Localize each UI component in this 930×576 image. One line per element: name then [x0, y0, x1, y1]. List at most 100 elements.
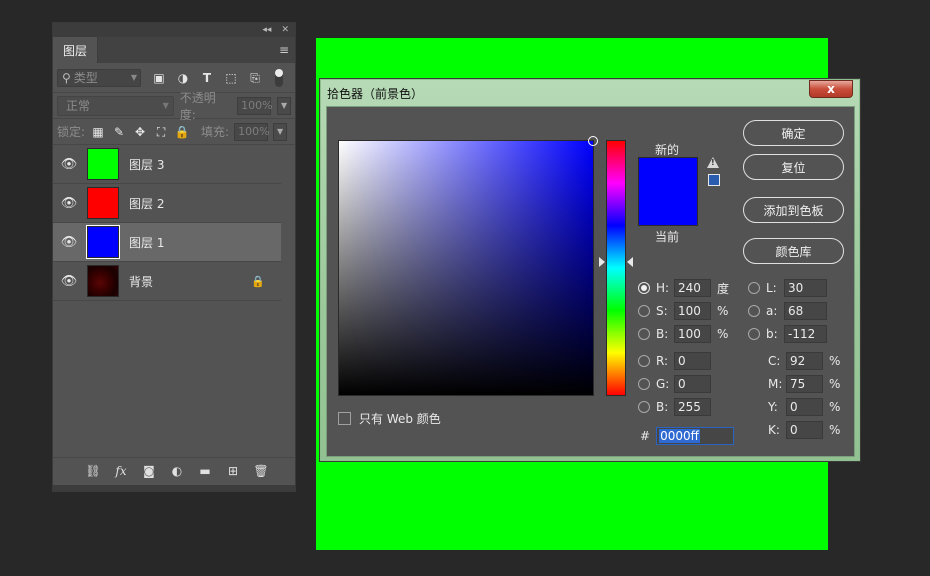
close-icon[interactable]: ✕: [281, 25, 289, 35]
lab-a-input[interactable]: 68: [784, 302, 827, 320]
magenta-input[interactable]: 75: [786, 375, 823, 393]
magenta-unit: %: [829, 377, 841, 391]
fill-label: 填充:: [201, 125, 230, 139]
cyan-field: C: 92 %: [768, 352, 840, 370]
image-filter-icon[interactable]: ▣: [151, 70, 167, 86]
lab-l-label: L:: [766, 281, 777, 295]
type-filter-icon[interactable]: T: [199, 70, 215, 86]
lock-position-icon[interactable]: ✥: [132, 124, 148, 140]
hue-slider[interactable]: [599, 140, 633, 396]
yellow-input[interactable]: 0: [786, 398, 823, 416]
saturation-brightness-field[interactable]: [338, 136, 598, 396]
hue-input[interactable]: 240: [674, 279, 711, 297]
brightness-unit: %: [717, 327, 729, 341]
dialog-body: 新的 当前 ! 确定 复位 添加到色板 颜色库 H: 240 度 S: 100 …: [326, 106, 855, 457]
red-radio[interactable]: [638, 355, 650, 367]
panel-menu-icon[interactable]: ≡: [279, 43, 289, 57]
filter-kind-select[interactable]: ⚲ 类型 ▼: [57, 68, 141, 87]
lab-a-radio[interactable]: [748, 305, 760, 317]
color-libraries-button[interactable]: 颜色库: [743, 238, 844, 264]
yellow-unit: %: [829, 400, 841, 414]
folder-icon[interactable]: ▬: [197, 463, 213, 479]
visibility-eye-icon[interactable]: 👁: [53, 274, 85, 289]
reset-button[interactable]: 复位: [743, 154, 844, 180]
opacity-label: 不透明度:: [179, 90, 216, 122]
lock-transparency-icon[interactable]: ▦: [90, 124, 106, 140]
saturation-input[interactable]: 100: [674, 302, 711, 320]
lock-artboard-icon[interactable]: ⛶: [153, 124, 169, 140]
hue-slider-handle-left[interactable]: [599, 257, 605, 267]
lock-paint-icon[interactable]: ✎: [111, 124, 127, 140]
blue-input[interactable]: 255: [674, 398, 711, 416]
layer-row-3[interactable]: 👁 图层 3: [53, 145, 281, 184]
filter-kind-value: 类型: [73, 71, 98, 85]
color-marker[interactable]: [588, 136, 598, 146]
black-field: K: 0 %: [768, 421, 840, 439]
fx-icon[interactable]: fx: [113, 463, 129, 479]
lock-icon: 🔒: [251, 274, 265, 288]
lab-l-input[interactable]: 30: [784, 279, 827, 297]
fill-input[interactable]: 100%: [234, 122, 270, 141]
current-color-swatch[interactable]: [638, 191, 698, 226]
black-input[interactable]: 0: [786, 421, 823, 439]
cyan-unit: %: [829, 354, 841, 368]
add-to-swatches-button[interactable]: 添加到色板: [743, 197, 844, 223]
panel-tabbar: 图层 ≡: [53, 37, 295, 63]
opacity-chevron-icon[interactable]: ▼: [277, 96, 291, 115]
adjustment-icon[interactable]: ◐: [169, 463, 185, 479]
lock-all-icon[interactable]: 🔒: [174, 124, 190, 140]
brightness-label: B:: [656, 327, 669, 341]
trash-icon[interactable]: 🗑: [253, 463, 269, 479]
green-input[interactable]: 0: [674, 375, 711, 393]
ok-button[interactable]: 确定: [743, 120, 844, 146]
hue-slider-handle-right[interactable]: [627, 257, 633, 267]
adjustment-filter-icon[interactable]: ◑: [175, 70, 191, 86]
collapse-icon[interactable]: ◂◂: [262, 25, 271, 35]
shape-filter-icon[interactable]: ⬚: [223, 70, 239, 86]
layers-panel: ◂◂ ✕ 图层 ≡ ⚲ 类型 ▼ ▣ ◑ T ⬚ ⎘ 正常 ▼ 不透明度: 10…: [52, 22, 296, 492]
panel-resize-grip[interactable]: [53, 485, 295, 491]
lab-b-radio[interactable]: [748, 328, 760, 340]
brightness-input[interactable]: 100: [674, 325, 711, 343]
blue-field: B: 255: [638, 398, 711, 416]
web-colors-checkbox[interactable]: [338, 412, 351, 425]
filter-toggle[interactable]: [275, 68, 283, 87]
saturation-radio[interactable]: [638, 305, 650, 317]
layer-row-2[interactable]: 👁 图层 2: [53, 184, 281, 223]
red-field: R: 0: [638, 352, 711, 370]
hex-input[interactable]: 0000ff: [656, 427, 735, 445]
red-input[interactable]: 0: [674, 352, 711, 370]
yellow-label: Y:: [768, 400, 778, 414]
layer-row-1[interactable]: 👁 图层 1: [53, 223, 281, 262]
new-layer-icon[interactable]: ⊞: [225, 463, 241, 479]
cyan-input[interactable]: 92: [786, 352, 823, 370]
visibility-eye-icon[interactable]: 👁: [53, 157, 85, 172]
red-label: R:: [656, 354, 669, 368]
link-icon[interactable]: ⛓: [85, 463, 101, 479]
mask-icon[interactable]: ◙: [141, 463, 157, 479]
lab-b-input[interactable]: -112: [784, 325, 827, 343]
layer-thumbnail: [86, 225, 120, 259]
layer-row-background[interactable]: 👁 背景 🔒: [53, 262, 281, 301]
blue-radio[interactable]: [638, 401, 650, 413]
saturation-unit: %: [717, 304, 729, 318]
opacity-input[interactable]: 100%: [237, 96, 273, 115]
fill-chevron-icon[interactable]: ▼: [273, 122, 288, 141]
tab-layers[interactable]: 图层: [53, 37, 99, 63]
hue-radio[interactable]: [638, 282, 650, 294]
hue-label: H:: [656, 281, 670, 295]
visibility-eye-icon[interactable]: 👁: [53, 235, 85, 250]
layer-thumbnail: [87, 265, 119, 297]
blend-mode-select[interactable]: 正常 ▼: [57, 95, 174, 116]
green-radio[interactable]: [638, 378, 650, 390]
visibility-eye-icon[interactable]: 👁: [53, 196, 85, 211]
blend-mode-value: 正常: [66, 99, 91, 113]
smartobject-filter-icon[interactable]: ⎘: [247, 70, 263, 86]
hue-field: H: 240 度: [638, 279, 729, 297]
lab-l-radio[interactable]: [748, 282, 760, 294]
close-button[interactable]: x: [809, 80, 853, 98]
brightness-field: B: 100 %: [638, 325, 728, 343]
web-safe-icon[interactable]: [708, 174, 720, 186]
gamut-warning-icon[interactable]: !: [707, 157, 719, 168]
brightness-radio[interactable]: [638, 328, 650, 340]
